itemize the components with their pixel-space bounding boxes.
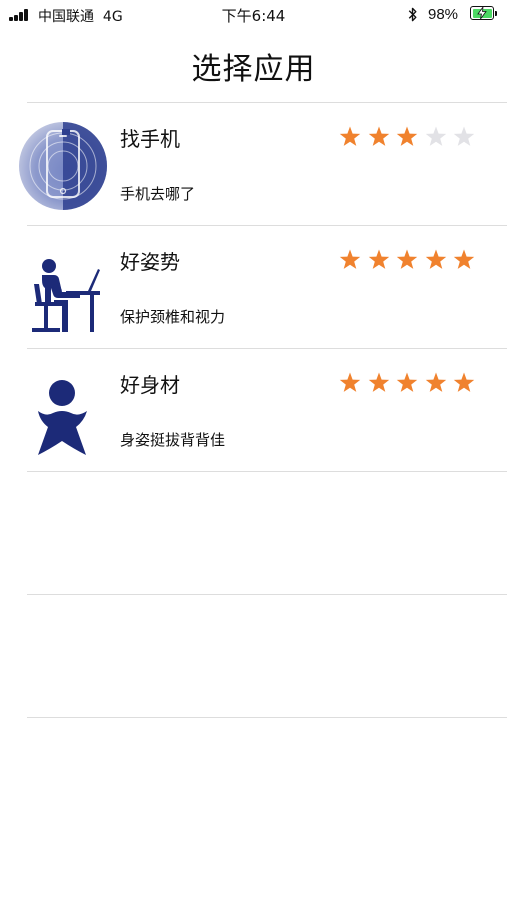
star-filled-icon bbox=[454, 249, 475, 269]
star-filled-icon bbox=[396, 249, 418, 269]
star-filled-icon bbox=[368, 126, 389, 146]
star-filled-icon bbox=[339, 372, 361, 392]
star-filled-icon bbox=[454, 372, 475, 392]
phone-radar-icon bbox=[19, 122, 107, 210]
app-row-find-phone[interactable]: 找手机 手机去哪了 bbox=[0, 103, 507, 225]
star-filled-icon bbox=[339, 249, 361, 269]
app-name: 找手机 bbox=[120, 127, 180, 151]
list-divider bbox=[27, 471, 507, 472]
app-name: 好身材 bbox=[120, 373, 180, 397]
body-figure-icon bbox=[38, 380, 87, 455]
star-filled-icon bbox=[396, 126, 418, 146]
bluetooth-icon bbox=[408, 7, 417, 22]
sitting-posture-icon bbox=[32, 259, 100, 332]
status-bar: 中国联通 4G 下午6:44 98% bbox=[0, 0, 507, 30]
star-filled-icon bbox=[368, 249, 389, 269]
star-empty-icon bbox=[454, 126, 475, 146]
list-divider bbox=[27, 717, 507, 718]
app-description: 身姿挺拔背背佳 bbox=[120, 431, 226, 449]
app-description: 手机去哪了 bbox=[120, 185, 196, 203]
star-filled-icon bbox=[425, 249, 446, 269]
star-filled-icon bbox=[425, 372, 446, 392]
rating-stars bbox=[338, 248, 483, 276]
list-divider bbox=[27, 594, 507, 595]
battery-charging-icon bbox=[470, 6, 497, 20]
battery-percent: 98% bbox=[428, 6, 459, 23]
rating-stars bbox=[338, 125, 483, 153]
app-name: 好姿势 bbox=[120, 250, 180, 274]
star-filled-icon bbox=[339, 126, 361, 146]
rating-stars bbox=[338, 371, 483, 399]
page-title: 选择应用 bbox=[191, 52, 316, 87]
app-description: 保护颈椎和视力 bbox=[120, 308, 226, 326]
star-filled-icon bbox=[368, 372, 389, 392]
app-row-good-figure[interactable]: 好身材 身姿挺拔背背佳 bbox=[0, 349, 507, 471]
star-empty-icon bbox=[425, 126, 446, 146]
app-row-good-posture[interactable]: 好姿势 保护颈椎和视力 bbox=[0, 226, 507, 348]
star-filled-icon bbox=[396, 372, 418, 392]
